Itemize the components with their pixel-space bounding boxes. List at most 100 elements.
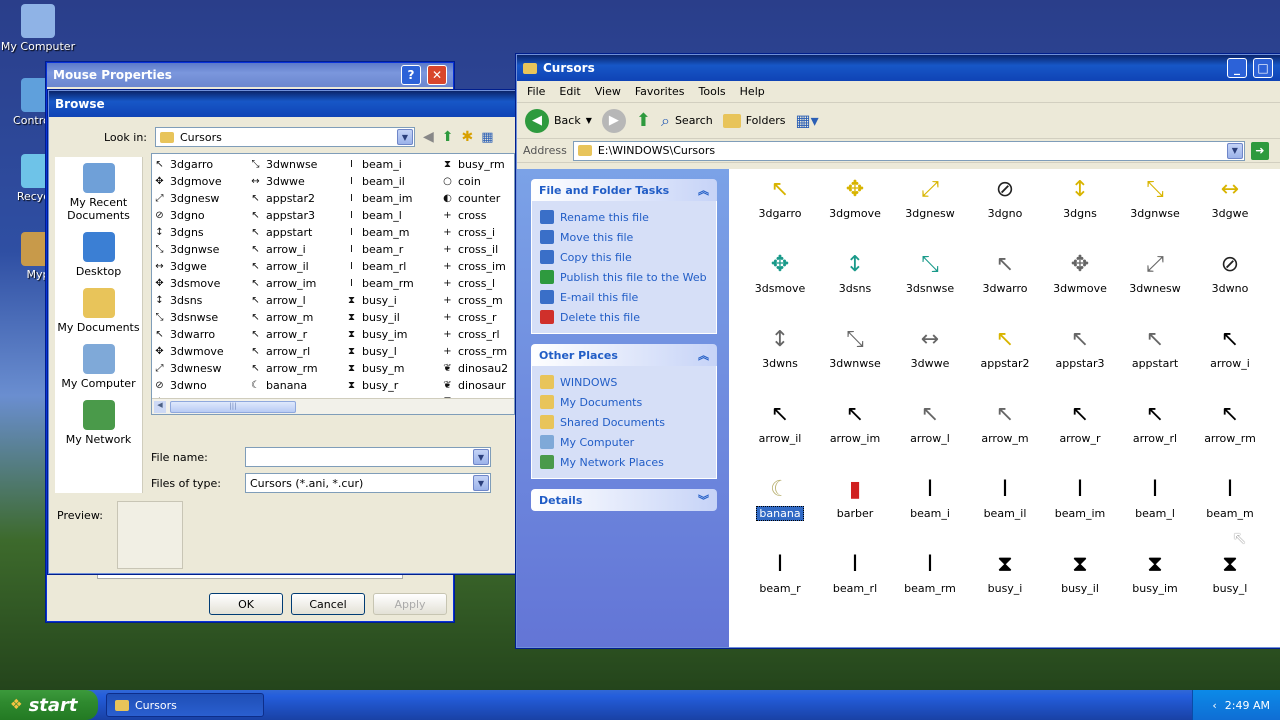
file-list-item[interactable]: ↖ arrow_r xyxy=(250,326,346,343)
cursor-file-item[interactable]: ↖ arrow_im xyxy=(818,396,892,446)
menu-file[interactable]: File xyxy=(527,85,545,98)
place-desktop[interactable]: Desktop xyxy=(55,232,142,278)
clock[interactable]: 2:49 AM xyxy=(1225,699,1270,712)
file-folder-tasks-header[interactable]: File and Folder Tasks ︽ xyxy=(531,179,717,201)
file-list-item[interactable]: Ibeam_rm xyxy=(346,275,442,292)
cursor-file-item[interactable]: ↖ arrow_r xyxy=(1043,396,1117,446)
menu-tools[interactable]: Tools xyxy=(699,85,726,98)
file-list-item[interactable]: + cross_r xyxy=(442,309,514,326)
file-list-item[interactable]: ⧗ busy_r xyxy=(346,377,442,394)
file-list-item[interactable]: ○ coin xyxy=(442,173,514,190)
views-icon[interactable]: ▦▾ xyxy=(795,111,818,130)
cursor-file-item[interactable]: ⊘ 3dwno xyxy=(1193,246,1267,296)
file-list-item[interactable]: ↖ appstart xyxy=(250,224,346,241)
start-button[interactable]: ❖ start xyxy=(0,690,98,720)
file-list-item[interactable]: ↖ arrow_il xyxy=(250,258,346,275)
cursor-file-item[interactable]: Ibeam_i xyxy=(893,471,967,521)
cursor-file-item[interactable]: ✥ 3dsmove xyxy=(743,246,817,296)
file-list-item[interactable]: ↖ arrow_i xyxy=(250,241,346,258)
file-list-item[interactable]: ✥ 3dsmove xyxy=(154,275,250,292)
file-list-item[interactable]: + cross_im xyxy=(442,258,514,275)
place-link[interactable]: Shared Documents xyxy=(540,412,708,432)
tray-chevron-icon[interactable]: ‹ xyxy=(1212,699,1216,712)
menu-favorites[interactable]: Favorites xyxy=(635,85,685,98)
cursor-file-item[interactable]: ⧗ busy_l xyxy=(1193,546,1267,596)
place-my-computer[interactable]: My Computer xyxy=(55,344,142,390)
up-folder-icon[interactable]: ⬆ xyxy=(442,129,454,145)
cursor-file-item[interactable]: Ibeam_rl xyxy=(818,546,892,596)
collapse-icon[interactable]: ︽ xyxy=(698,347,709,363)
file-list-item[interactable]: + cross_rm xyxy=(442,343,514,360)
file-list-item[interactable]: Ibeam_i xyxy=(346,156,442,173)
desktop-icon[interactable]: My Computer xyxy=(0,4,76,53)
file-list-item[interactable]: ⧗ busy_im xyxy=(346,326,442,343)
cursor-file-item[interactable]: ↖ arrow_l xyxy=(893,396,967,446)
cursor-file-item[interactable]: Ibeam_l xyxy=(1118,471,1192,521)
ok-button[interactable]: OK xyxy=(209,593,283,615)
file-list-item[interactable]: ✥ 3dwmove xyxy=(154,343,250,360)
file-list-item[interactable]: ⧗ busy_i xyxy=(346,292,442,309)
file-list-item[interactable]: Ibeam_m xyxy=(346,224,442,241)
cursor-file-item[interactable]: ↖ arrow_i xyxy=(1193,321,1267,371)
file-list-item[interactable]: ↖ arrow_rl xyxy=(250,343,346,360)
up-folder-icon[interactable]: ⬆ xyxy=(636,110,651,131)
cursor-file-item[interactable]: ↖ appstar2 xyxy=(968,321,1042,371)
close-button[interactable]: ✕ xyxy=(427,65,447,85)
files-of-type-select[interactable]: Cursors (*.ani, *.cur) ▼ xyxy=(245,473,491,493)
cursor-file-item[interactable]: ↖ appstart xyxy=(1118,321,1192,371)
file-list-item[interactable]: ⊘ 3dgno xyxy=(154,207,250,224)
cancel-button[interactable]: Cancel xyxy=(291,593,365,615)
place-my-recent-documents[interactable]: My Recent Documents xyxy=(55,163,142,222)
back-button[interactable]: ◀ Back ▼ xyxy=(525,108,592,133)
place-my-network[interactable]: My Network xyxy=(55,400,142,446)
taskbar-item-cursors[interactable]: Cursors xyxy=(106,693,264,717)
back-icon[interactable]: ◀ xyxy=(423,129,434,145)
task-link[interactable]: E-mail this file xyxy=(540,287,708,307)
cursor-file-item[interactable]: ⤢ 3dwnesw xyxy=(1118,246,1192,296)
chevron-down-icon[interactable]: ▼ xyxy=(1226,142,1243,159)
file-name-input[interactable]: ▼ xyxy=(245,447,491,467)
file-icon-view[interactable]: ↖ 3dgarro ✥ 3dgmove ⤢ 3dgnesw ⊘ 3dgno ↕ 3dgns ⤡ 3dg… xyxy=(729,169,1280,647)
file-list-item[interactable]: + cross_l xyxy=(442,275,514,292)
other-places-header[interactable]: Other Places ︽ xyxy=(531,344,717,366)
place-link[interactable]: My Network Places xyxy=(540,452,708,472)
file-list-item[interactable]: ❦ dinosau2 xyxy=(442,360,514,377)
file-list-item[interactable]: Ibeam_il xyxy=(346,173,442,190)
cursor-file-item[interactable]: ↔ 3dgwe xyxy=(1193,171,1267,221)
file-list-item[interactable]: + cross_il xyxy=(442,241,514,258)
cursor-file-item[interactable]: ✥ 3dwmove xyxy=(1043,246,1117,296)
task-link[interactable]: Copy this file xyxy=(540,247,708,267)
mouse-properties-titlebar[interactable]: Mouse Properties ? ✕ xyxy=(47,63,453,87)
file-list-item[interactable]: ↖ appstar3 xyxy=(250,207,346,224)
file-list-item[interactable]: ⤡ 3dgnwse xyxy=(154,241,250,258)
cursor-file-item[interactable]: ↖ arrow_il xyxy=(743,396,817,446)
file-list-item[interactable]: ↖ 3dgarro xyxy=(154,156,250,173)
cursor-file-item[interactable]: ↖ arrow_rm xyxy=(1193,396,1267,446)
file-list-item[interactable]: Ibeam_rl xyxy=(346,258,442,275)
cursor-file-item[interactable]: ▮ barber xyxy=(818,471,892,521)
file-list-item[interactable]: ⧗ busy_rm xyxy=(442,156,514,173)
menu-view[interactable]: View xyxy=(595,85,621,98)
cursor-file-item[interactable]: ↖ arrow_rl xyxy=(1118,396,1192,446)
cursor-file-item[interactable]: ⧗ busy_im xyxy=(1118,546,1192,596)
cursor-file-item[interactable]: ↖ appstar3 xyxy=(1043,321,1117,371)
task-link[interactable]: Rename this file xyxy=(540,207,708,227)
horizontal-scrollbar[interactable]: ◀ ||| xyxy=(152,398,514,414)
place-my-documents[interactable]: My Documents xyxy=(55,288,142,334)
file-list-item[interactable]: ⧗ busy_l xyxy=(346,343,442,360)
view-menu-icon[interactable]: ▦ xyxy=(481,130,493,145)
file-list-item[interactable]: ↔ 3dgwe xyxy=(154,258,250,275)
task-link[interactable]: Delete this file xyxy=(540,307,708,327)
place-link[interactable]: WINDOWS xyxy=(540,372,708,392)
cursor-file-item[interactable]: ✥ 3dgmove xyxy=(818,171,892,221)
file-list-item[interactable]: ✥ 3dgmove xyxy=(154,173,250,190)
file-list-item[interactable]: Ibeam_l xyxy=(346,207,442,224)
look-in-select[interactable]: Cursors ▼ xyxy=(155,127,415,147)
cursor-file-item[interactable]: ↖ 3dgarro xyxy=(743,171,817,221)
cursor-file-item[interactable]: ⧗ busy_il xyxy=(1043,546,1117,596)
file-list-item[interactable]: ☾ banana xyxy=(250,377,346,394)
file-list-item[interactable]: + cross_rl xyxy=(442,326,514,343)
cursor-file-item[interactable]: Ibeam_rm xyxy=(893,546,967,596)
cursor-file-item[interactable]: ⤡ 3dsnwse xyxy=(893,246,967,296)
file-list-item[interactable]: + cross_m xyxy=(442,292,514,309)
